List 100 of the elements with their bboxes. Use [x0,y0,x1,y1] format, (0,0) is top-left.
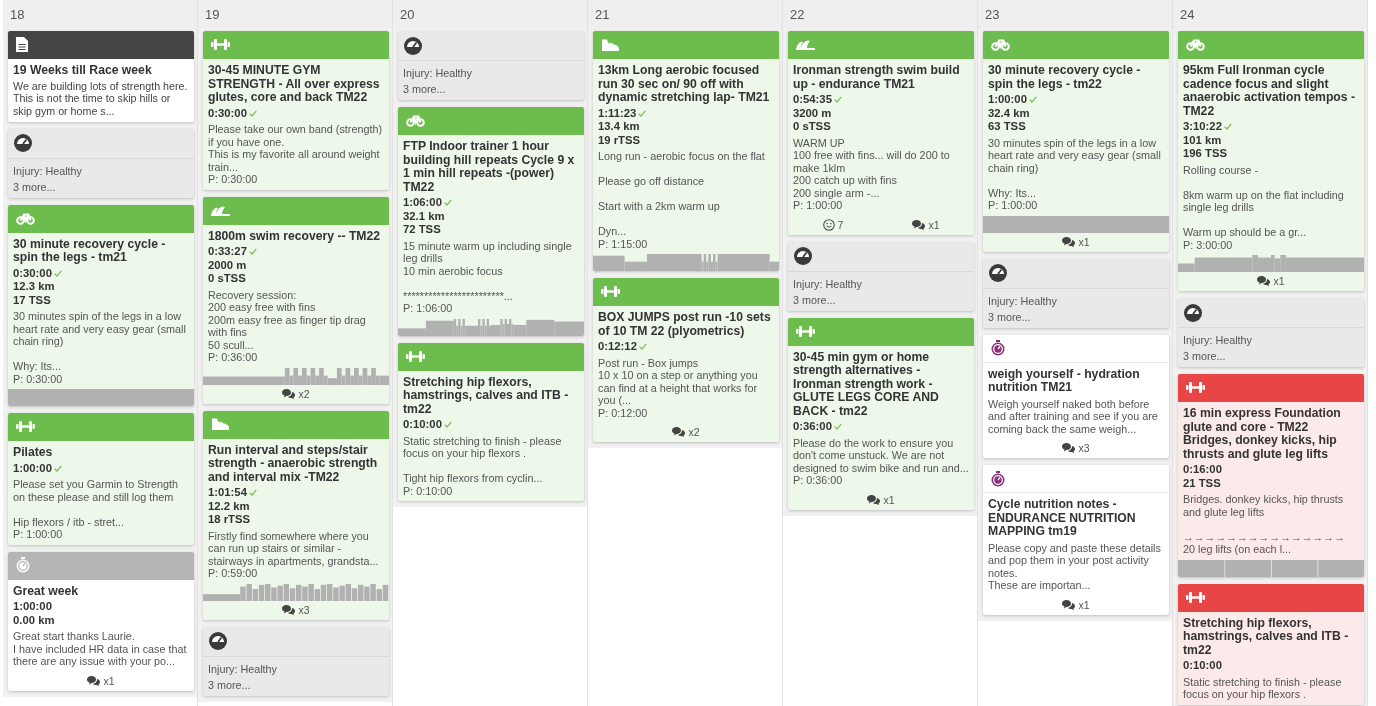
day-number: 22 [790,6,805,22]
workout-card[interactable] [788,317,974,510]
metrics-card[interactable]: Injury: Healthy 3 more... [1178,298,1364,367]
workout-card[interactable]: Pilates 1:00:00 Please set you Garmin to Strength on these please and still log them Hip flexors / itb - stret... P: 1:00:00 [8,413,194,545]
workout-description: WARM UP 100 free with fins... will do 200 to make 1klm 200 catch up with fins 200 single arm -... [793,136,951,199]
gauge-icon [1184,303,1202,322]
gauge-icon [404,36,422,55]
workout-card[interactable] [398,107,584,336]
dumbbell-icon [406,350,425,362]
workout-title: 30 minute recovery cycle - spin the legs - tm21 [13,237,167,265]
workout-description: Long run - aerobic focus on the flat Please go off distance Start with a 2km warm up Dyn... [598,150,766,238]
gauge-icon [14,134,32,153]
workout-title: 1800m swim recovery -- TM22 [208,229,382,243]
more-link[interactable]: 3 more... [1183,348,1358,364]
metrics-card[interactable]: Injury: Healthy 3 more... [788,241,974,311]
more-link[interactable]: 3 more... [793,291,968,308]
workout-card[interactable] [1178,374,1364,577]
workout-description: Please do the work to ensure you don't come unstuck. We are not designed to swim bike and run and... [793,436,970,474]
planned-duration: P: 0:30:00 [208,173,259,186]
metrics-card[interactable]: Injury: Healthy 3 more... [398,31,584,100]
workout-card[interactable]: 30-45 MINUTE GYM STRENGTH - All over express glutes, core and back TM22 0:30:00 Please take our own band (strength) if you have one. This is my favorite all around weight train... P: 0:30:00 [203,31,389,190]
day-number: 21 [595,6,610,22]
workout-title: 16 min express Foundation glute and core - TM22 Bridges, donkey kicks, hip thrusts and glute leg lifts [1183,407,1342,461]
workout-description: Static stretching to finish - please focus on your hip flexors . Tight hip flexors from cyclin... [403,434,563,485]
workout-card[interactable]: Great week 1:00:00 0.00 km Great start thanks Laurie. I have included HR data in case that there are any issue with your po... x1 [8,551,194,691]
distance-text: 2000 m [208,258,247,272]
distance-text: 3200 m [793,106,832,120]
wave-icon [796,39,815,50]
planned-duration: P: 0:59:00 [208,567,259,580]
workout-title: 95km Full Ironman cycle cadence focus and slight anaerobic activation tempos - TM22 [1183,64,1357,118]
note-title: 19 Weeks till Race week [13,64,153,78]
metric-line: Injury: Healthy [988,293,1058,309]
workout-description: Great start thanks Laurie. I have included HR data in case that there are any issue with your po... [13,630,188,668]
tss-text: 19 rTSS [598,133,641,147]
dumbbell-icon [601,286,620,297]
comment-count: x2 [298,387,310,400]
workout-card[interactable]: weigh yourself - hydration nutrition TM21 Weigh yourself naked both before and after training and see if you are coming back the same weigh... x3 [983,334,1169,458]
duration-text: 0:54:35 [793,93,832,107]
workout-description: Recovery session: 200 easy free with fins 200m easy free as finger tip drag with fins 50 scull... [208,288,367,351]
note-card[interactable]: 19 Weeks till Race week We are building lots of strength here. This is not the time to skip hills or skip gym or home s... [8,31,194,122]
comment-icon [867,494,881,505]
duration-text: 1:06:00 [403,196,442,210]
workout-card[interactable] [593,31,779,271]
metrics-card[interactable]: Injury: Healthy 3 more... [203,626,389,696]
wave-icon [211,204,230,216]
comment-count: x1 [1273,275,1285,287]
comment-icon [1062,599,1076,610]
comment-icon [672,427,686,437]
workout-title: Cycle nutrition notes - ENDURANCE NUTRITION MAPPING tm19 [988,498,1137,539]
planned-duration: P: 1:00:00 [793,199,844,212]
comment-icon [87,675,101,686]
tss-text: 196 TSS [1183,147,1227,161]
duration-text: 1:00:00 [13,600,52,614]
workout-title: 30 minute recovery cycle - spin the legs - tm22 [988,64,1142,91]
more-link[interactable]: 3 more... [13,178,188,195]
metrics-card[interactable]: Injury: Healthy 3 more... [983,258,1169,328]
planned-duration: P: 1:06:00 [403,302,454,315]
workout-card[interactable] [203,410,389,620]
workout-description: Please set you Garmin to Strength on these please and still log them Hip flexors / itb - stret... [13,478,180,529]
more-link[interactable]: 3 more... [988,308,1163,325]
distance-text: 12.2 km [208,499,250,513]
more-link[interactable]: 3 more... [403,81,578,97]
bicycle-icon [1186,38,1205,51]
workout-title: BOX JUMPS post run -10 sets of 10 TM 22 (plyometrics) [598,311,772,338]
workout-card[interactable]: BOX JUMPS post run -10 sets of 10 TM 22 (plyometrics) 0:12:12 Post run - Box jumps 10 x 10 on a step or anything you can find at a height that works for you (... P: 0:12:00 x2 [593,278,779,442]
gauge-icon [209,632,227,650]
day-number: 20 [400,6,415,22]
workout-card[interactable]: Cycle nutrition notes - ENDURANCE NUTRITION MAPPING tm19 Please copy and paste these details and pop them in your post activity notes. These are importan... x1 [983,465,1169,615]
duration-text: 0:30:00 [13,266,52,281]
metrics-card[interactable]: Injury: Healthy 3 more... [8,128,194,198]
distance-text: 32.1 km [403,209,445,223]
workout-card[interactable]: 30 minute recovery cycle - spin the legs - tm22 1:00:00 32.4 km 63 TSS 30 minutes spin of the legs in a low heart rate and very easy gear (small chain ring) Why: Its... P: 1:00:00 x1 [983,31,1169,252]
stopwatch-icon [16,557,30,574]
workout-description: Please take our own band (strength) if you have one. This is my favorite all around weight train... [208,123,384,173]
workout-card[interactable] [1178,31,1364,291]
day-number: 23 [985,6,1000,22]
workout-title: Ironman strength swim build up - endurance TM21 [793,64,961,91]
stopwatch-icon [991,340,1005,356]
feel-rating: 7 [837,218,844,231]
metric-line: Injury: Healthy [208,661,278,677]
gauge-icon [989,264,1007,282]
workout-description: 15 minute warm up including single leg drills 10 min aerobic focus ************************... [403,239,573,302]
workout-card[interactable]: Stretching hip flexors, hamstrings, calves and ITB - tm22 0:10:00 Static stretching to finish - please focus on your hip flexors . [1178,583,1364,705]
dumbbell-icon [16,421,35,433]
more-link[interactable]: 3 more... [208,676,383,693]
workout-card[interactable]: 30 minute recovery cycle - spin the legs - tm21 0:30:00 12.3 km 17 TSS 30 minutes spin of the legs in a low heart rate and very easy gear (small chain ring) Why: Its... P: 0:30:00 [8,204,194,407]
gauge-icon [794,247,812,265]
comment-icon [282,604,296,615]
tss-text: 72 TSS [403,223,441,237]
workout-title: Stretching hip flexors, hamstrings, calves and ITB - tm22 [1183,616,1350,657]
workout-description: Post run - Box jumps 10 x 10 on a step or anything you can find at a height that works for you (... [598,356,759,407]
workout-title: 30-45 min gym or home strength alternatives - Ironman strength work - GLUTE LEGS CORE AND BACK - tm22 [793,350,940,418]
duration-text: 1:00:00 [988,93,1027,107]
workout-title: weigh yourself - hydration nutrition TM21 [988,367,1141,395]
comment-icon [1062,443,1076,453]
workout-card[interactable]: Stretching hip flexors, hamstrings, calves and ITB - tm22 0:10:00 Static stretching to finish - please focus on your hip flexors . Tight hip flexors from cyclin... P: 0:10:00 [398,342,584,501]
workout-card[interactable]: 1800m swim recovery -- TM22 0:33:27 2000 m 0 sTSS Recovery session: 200 easy free with fins 200m easy free as finger tip drag with fins 50 scull... P: 0:36:00 x2 [203,196,389,404]
duration-text: 0:12:12 [598,340,637,354]
workout-card[interactable]: Ironman strength swim build up - endurance TM21 0:54:35 3200 m 0 sTSS WARM UP 100 free with fins... will do 200 to make 1klm 200 catch up with fins 200 single arm -... P: 1:00:00 7 x1 [788,31,974,235]
day-number: 24 [1180,6,1195,22]
